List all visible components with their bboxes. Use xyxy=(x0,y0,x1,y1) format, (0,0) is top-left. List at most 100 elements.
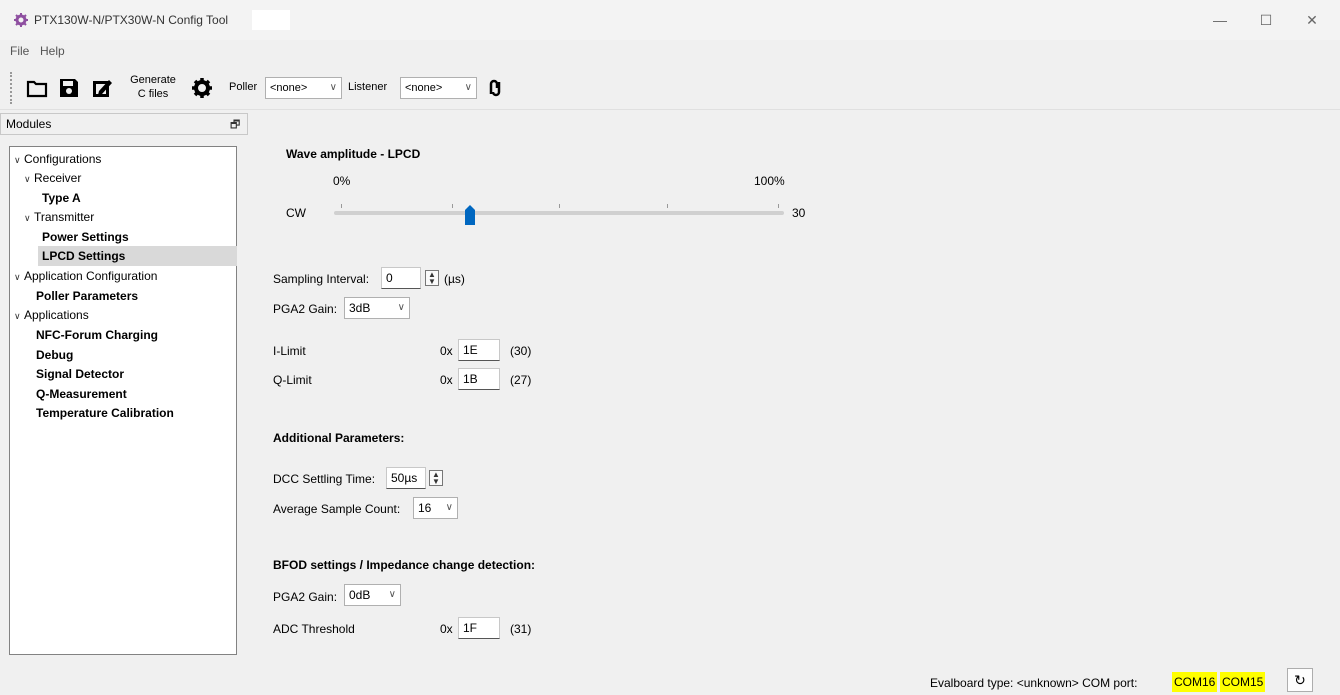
minimize-button[interactable]: — xyxy=(1200,8,1240,32)
tree-item-application-configuration[interactable]: ∨ Application Configuration xyxy=(14,266,157,286)
menu-bar xyxy=(0,40,1340,64)
swap-icon[interactable] xyxy=(486,79,504,97)
slider-value: 30 xyxy=(792,206,806,220)
adc-threshold-input[interactable]: 1F xyxy=(458,617,500,639)
chevron-down-icon: ∨ xyxy=(464,82,472,93)
average-sample-count-select[interactable]: 16 ∨ xyxy=(413,497,458,519)
float-panel-icon[interactable]: 🗗 xyxy=(230,116,240,135)
adc-threshold-decimal: (31) xyxy=(510,622,532,636)
chevron-down-icon: ∨ xyxy=(14,155,21,165)
i-limit-decimal: (30) xyxy=(510,344,532,358)
listener-value: <none> xyxy=(405,82,443,94)
listener-label: Listener xyxy=(348,81,388,93)
bfod-pga2-gain-label: PGA2 Gain: xyxy=(273,590,338,604)
i-limit-input[interactable]: 1E xyxy=(458,339,500,361)
slider-row-label: CW xyxy=(286,206,306,220)
wave-amplitude-title: Wave amplitude - LPCD xyxy=(286,147,421,161)
toolbar-grip[interactable] xyxy=(10,72,13,104)
com-port-badge: COM15 xyxy=(1220,672,1266,692)
slider-max-label: 100% xyxy=(754,174,785,188)
tree-item-applications[interactable]: ∨ Applications xyxy=(14,305,89,325)
slider-min-label: 0% xyxy=(333,174,351,188)
tree-item-receiver[interactable]: ∨ Receiver xyxy=(24,168,81,188)
average-sample-count-value: 16 xyxy=(418,501,432,515)
generate-c-files-button[interactable]: Generate C files xyxy=(124,73,182,101)
tree-item-signal-detector[interactable]: Signal Detector xyxy=(36,364,124,384)
q-limit-input[interactable]: 1B xyxy=(458,368,500,390)
refresh-icon: ↻ xyxy=(1294,672,1306,688)
bfod-settings-title: BFOD settings / Impedance change detecti… xyxy=(273,558,536,572)
maximize-button[interactable]: ☐ xyxy=(1246,8,1286,32)
slider-thumb[interactable] xyxy=(464,204,476,226)
tree-label: Application Configuration xyxy=(24,269,158,283)
refresh-button[interactable]: ↻ xyxy=(1287,668,1313,692)
menu-help[interactable]: Help xyxy=(40,44,65,58)
pga2-gain-label: PGA2 Gain: xyxy=(273,302,338,316)
i-limit-label: I-Limit xyxy=(273,344,306,358)
chevron-down-icon: ∨ xyxy=(24,174,31,184)
average-sample-count-label: Average Sample Count: xyxy=(273,502,401,516)
adc-threshold-prefix: 0x xyxy=(440,622,453,636)
poller-select[interactable]: <none> ∨ xyxy=(265,77,342,99)
slider-tick xyxy=(667,204,668,208)
com-port-badge: COM16 xyxy=(1172,672,1218,692)
tree-item-poller-parameters[interactable]: Poller Parameters xyxy=(36,286,138,306)
save-as-icon[interactable] xyxy=(91,77,113,99)
settings-gear-icon[interactable] xyxy=(191,77,213,99)
sampling-interval-unit: (µs) xyxy=(444,272,465,286)
open-folder-icon[interactable] xyxy=(26,77,48,99)
window-title: PTX130W-N/PTX30W-N Config Tool xyxy=(34,13,229,27)
tree-item-q-measurement[interactable]: Q-Measurement xyxy=(36,384,127,404)
tree-item-debug[interactable]: Debug xyxy=(36,345,73,365)
slider-tick xyxy=(559,204,560,208)
tree-item-temperature-calibration[interactable]: Temperature Calibration xyxy=(36,403,174,423)
tree-item-type-a[interactable]: Type A xyxy=(42,188,81,208)
chevron-down-icon: ∨ xyxy=(397,302,405,313)
tree-item-lpcd-settings[interactable]: LPCD Settings xyxy=(38,246,237,266)
poller-label: Poller xyxy=(229,81,258,93)
slider-tick xyxy=(778,204,779,208)
chevron-down-icon: ∨ xyxy=(445,502,453,513)
chevron-down-icon: ∨ xyxy=(14,272,21,282)
title-redaction xyxy=(252,10,290,30)
q-limit-label: Q-Limit xyxy=(273,373,312,387)
close-button[interactable]: ✕ xyxy=(1292,8,1332,32)
slider-tick xyxy=(341,204,342,208)
tree-label: Receiver xyxy=(34,171,82,185)
tree-item-nfc-forum-charging[interactable]: NFC-Forum Charging xyxy=(36,325,158,345)
save-icon[interactable] xyxy=(58,77,80,99)
tree-label: Transmitter xyxy=(34,210,95,224)
tree-label: Applications xyxy=(24,308,89,322)
generate-label-line2: C files xyxy=(137,88,169,100)
bfod-pga2-gain-select[interactable]: 0dB ∨ xyxy=(344,584,401,606)
modules-tree[interactable]: ∨ Configurations ∨ Receiver Type A ∨ Transm… xyxy=(9,146,237,655)
sampling-interval-spinner[interactable]: ▲ ▼ xyxy=(425,270,439,286)
dcc-settling-time-input[interactable]: 50µs xyxy=(386,467,426,489)
adc-threshold-label: ADC Threshold xyxy=(273,622,355,636)
menu-file[interactable]: File xyxy=(10,44,29,58)
dcc-settling-time-label: DCC Settling Time: xyxy=(273,472,376,486)
dcc-settling-time-spinner[interactable]: ▲ ▼ xyxy=(429,470,443,486)
tree-item-power-settings[interactable]: Power Settings xyxy=(42,227,129,247)
wave-amplitude-slider[interactable] xyxy=(334,211,784,215)
pga2-gain-value: 3dB xyxy=(349,301,371,315)
tree-label: Configurations xyxy=(24,152,102,166)
q-limit-prefix: 0x xyxy=(440,373,453,387)
sampling-interval-label: Sampling Interval: xyxy=(273,272,370,286)
chevron-down-icon: ∨ xyxy=(388,589,396,600)
tree-item-configurations[interactable]: ∨ Configurations xyxy=(14,149,101,169)
tree-item-transmitter[interactable]: ∨ Transmitter xyxy=(24,207,94,227)
slider-tick xyxy=(452,204,453,208)
pga2-gain-select[interactable]: 3dB ∨ xyxy=(344,297,410,319)
additional-parameters-title: Additional Parameters: xyxy=(273,431,405,445)
status-text: Evalboard type: <unknown> COM port: xyxy=(930,676,1138,690)
app-gear-icon xyxy=(14,13,28,27)
chevron-down-icon: ∨ xyxy=(14,311,21,321)
listener-select[interactable]: <none> ∨ xyxy=(400,77,477,99)
q-limit-decimal: (27) xyxy=(510,373,532,387)
chevron-down-icon: ∨ xyxy=(24,213,31,223)
modules-title: Modules xyxy=(6,117,52,131)
sampling-interval-input[interactable]: 0 xyxy=(381,267,421,289)
i-limit-prefix: 0x xyxy=(440,344,453,358)
bfod-pga2-gain-value: 0dB xyxy=(349,588,371,602)
